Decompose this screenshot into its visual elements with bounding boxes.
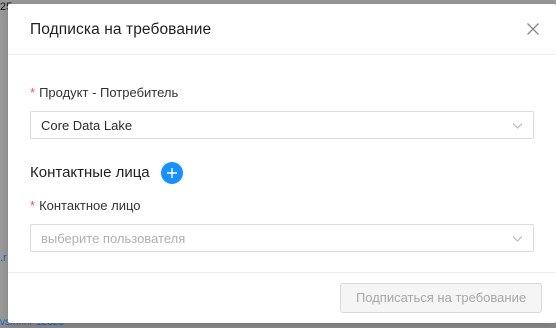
background-link-fragment: .r (0, 252, 7, 264)
contact-label-text: Контактное лицо (39, 198, 141, 213)
required-mark: * (30, 85, 36, 100)
product-field-label: * Продукт - Потребитель (30, 85, 178, 100)
close-button[interactable] (524, 20, 542, 38)
contact-select[interactable]: выберите пользователя (30, 224, 534, 252)
close-icon (527, 23, 539, 35)
subscription-modal: Подписка на требование * Продукт - Потреб… (8, 4, 556, 323)
required-mark: * (30, 198, 36, 213)
modal-footer: Подписаться на требование (8, 272, 556, 323)
contacts-section-title: Контактные лица (30, 164, 150, 181)
modal-header: Подписка на требование (8, 4, 556, 55)
plus-icon (167, 168, 177, 178)
product-select[interactable]: Core Data Lake (30, 111, 534, 139)
subscribe-button[interactable]: Подписаться на требование (340, 283, 542, 313)
product-label-text: Продукт - Потребитель (39, 85, 179, 100)
contact-select-placeholder: выберите пользователя (41, 231, 186, 246)
modal-title: Подписка на требование (30, 21, 212, 38)
add-contact-button[interactable] (161, 162, 183, 184)
contact-field-label: * Контактное лицо (30, 198, 141, 213)
product-select-value: Core Data Lake (41, 118, 133, 133)
chevron-down-icon (512, 123, 523, 129)
chevron-down-icon (512, 236, 523, 242)
